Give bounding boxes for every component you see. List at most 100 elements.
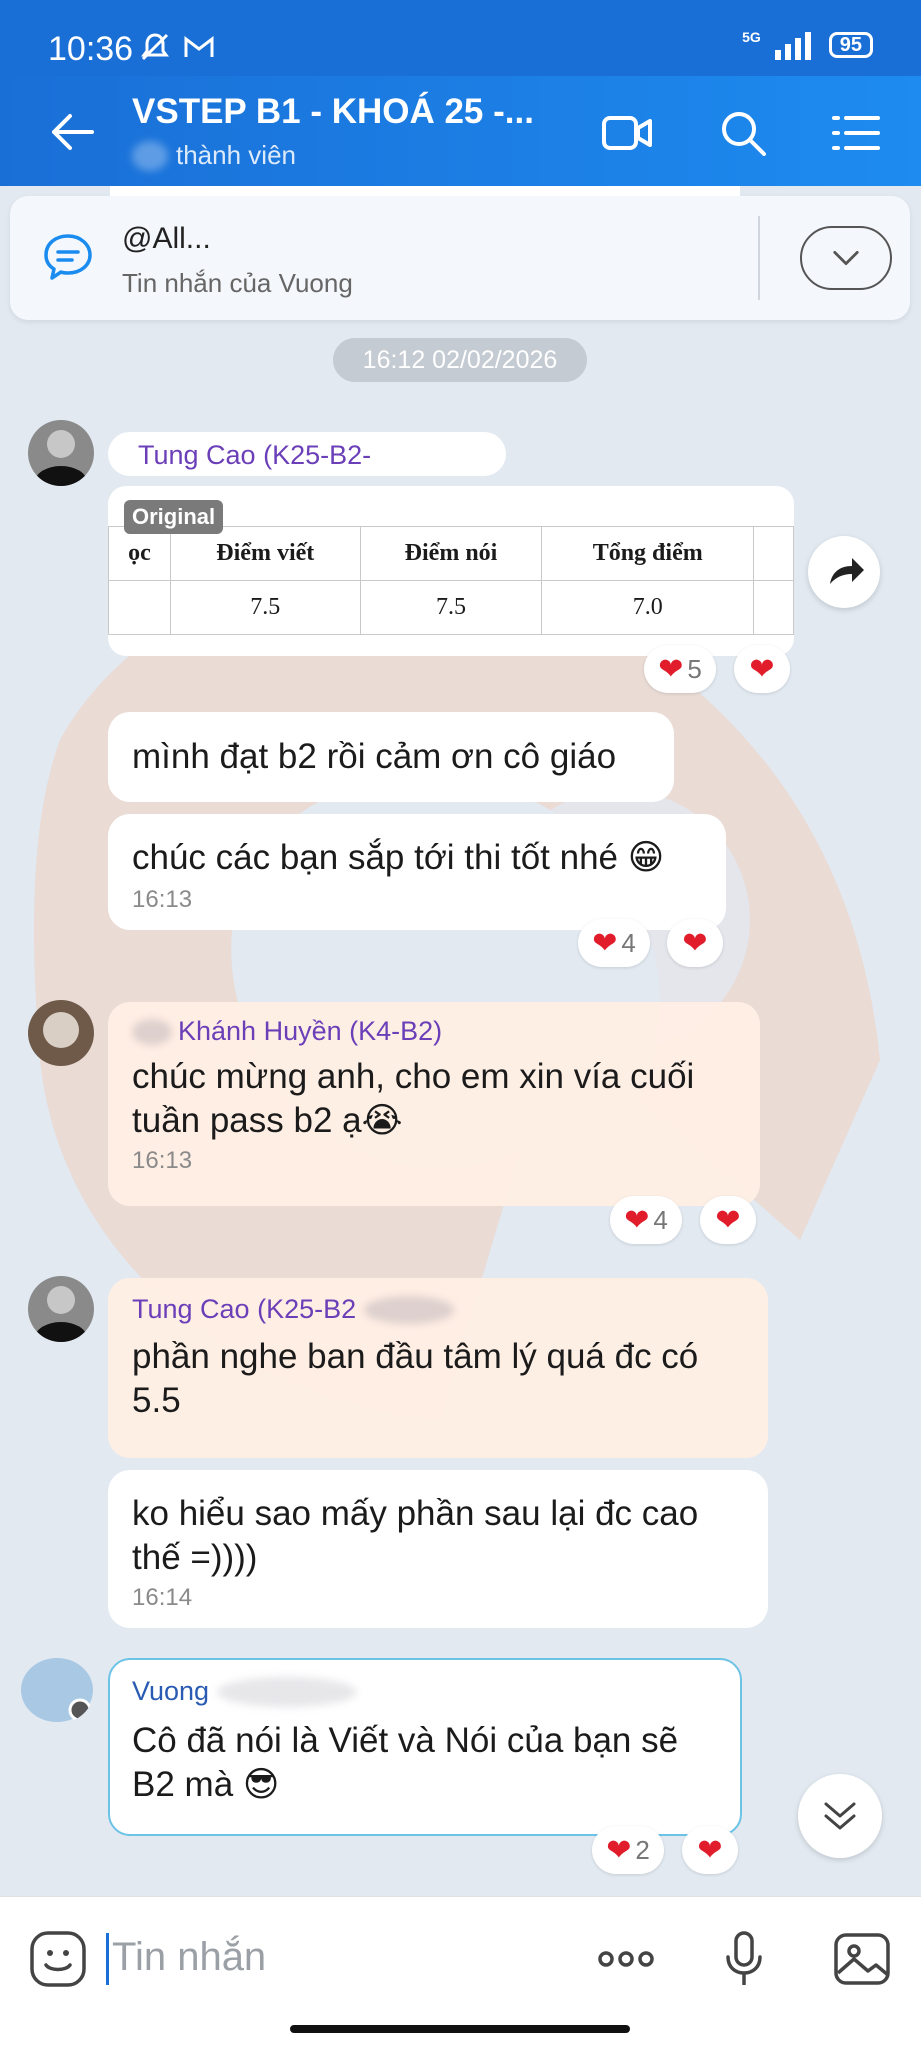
react-button[interactable]: ❤ bbox=[700, 1196, 756, 1244]
reaction-summary[interactable]: ❤ 5 bbox=[644, 645, 716, 693]
previous-bubble-edge bbox=[110, 186, 740, 196]
table-header: Điểm viết bbox=[169, 526, 361, 581]
heart-icon: ❤ bbox=[715, 1203, 741, 1237]
status-time: 10:36 bbox=[48, 30, 134, 68]
video-call-icon[interactable] bbox=[600, 106, 654, 160]
microphone-icon[interactable] bbox=[712, 1927, 776, 1991]
reaction-count: 5 bbox=[687, 653, 702, 684]
table-cell: 7.5 bbox=[359, 580, 543, 635]
message-time: 16:14 bbox=[132, 1584, 193, 1611]
message-bubble[interactable]: Vuong Cô đã nói là Viết và Nói của bạn s… bbox=[108, 1658, 742, 1836]
more-options-icon[interactable] bbox=[594, 1927, 658, 1991]
heart-icon: ❤ bbox=[697, 1833, 723, 1867]
text-caret bbox=[106, 1933, 109, 1985]
back-arrow-icon[interactable] bbox=[48, 112, 96, 152]
battery-indicator: 95 bbox=[828, 32, 873, 58]
message-text: phần nghe ban đầu tâm lý quá đc có 5.5 bbox=[132, 1337, 699, 1420]
reaction-count: 4 bbox=[653, 1204, 668, 1235]
reaction-summary[interactable]: ❤ 4 bbox=[578, 919, 650, 967]
status-bar: 10:36 5G 95 bbox=[0, 0, 921, 76]
expand-chevron-icon[interactable] bbox=[800, 226, 892, 290]
message-bubble[interactable]: ko hiểu sao mấy phần sau lại đc cao thế … bbox=[108, 1470, 768, 1628]
table-header: Tổng điểm bbox=[541, 526, 755, 581]
table-cell: 7.5 bbox=[169, 580, 361, 635]
pinned-chat-icon bbox=[44, 234, 92, 280]
heart-icon: ❤ bbox=[658, 652, 684, 686]
status-icons-right: 5G 95 bbox=[742, 29, 873, 60]
react-button[interactable]: ❤ bbox=[682, 1826, 738, 1874]
image-picker-icon[interactable] bbox=[830, 1927, 894, 1991]
avatar[interactable] bbox=[28, 420, 94, 486]
message-time: 16:13 bbox=[132, 1147, 193, 1174]
message-bubble[interactable]: Tung Cao (K25-B2 phần nghe ban đầu tâm l… bbox=[108, 1278, 768, 1458]
member-count[interactable]: thành viên bbox=[132, 140, 296, 171]
sender-name[interactable]: Khánh Huyền (K4-B2) bbox=[178, 1016, 442, 1047]
table-cell: 7.0 bbox=[541, 580, 755, 635]
message-text: Cô đã nói là Viết và Nói của bạn sẽ B2 m… bbox=[132, 1721, 679, 1804]
pinned-title: @All... bbox=[122, 222, 211, 255]
member-label: thành viên bbox=[176, 140, 296, 170]
scroll-to-bottom-button[interactable] bbox=[798, 1774, 882, 1858]
sender-name[interactable]: Vuong bbox=[132, 1676, 209, 1707]
message-text: ko hiểu sao mấy phần sau lại đc cao thế … bbox=[132, 1494, 699, 1577]
avatar[interactable] bbox=[20, 1656, 94, 1724]
heart-icon: ❤ bbox=[592, 926, 618, 960]
pinned-divider bbox=[758, 216, 760, 300]
message-text: chúc mừng anh, cho em xin vía cuối tuần … bbox=[132, 1057, 695, 1140]
message-text: chúc các bạn sắp tới thi tốt nhé 😁 bbox=[132, 838, 665, 877]
heart-icon: ❤ bbox=[606, 1833, 632, 1867]
avatar[interactable] bbox=[28, 1000, 94, 1066]
table-cell bbox=[753, 580, 794, 635]
search-icon[interactable] bbox=[716, 106, 770, 160]
heart-icon: ❤ bbox=[749, 652, 775, 686]
reaction-summary[interactable]: ❤ 4 bbox=[610, 1196, 682, 1244]
pinned-subtitle: Tin nhắn của Vuong bbox=[122, 268, 353, 298]
pinned-message[interactable]: @All... Tin nhắn của Vuong bbox=[10, 186, 910, 320]
message-input[interactable]: Tin nhắn bbox=[112, 1935, 266, 1980]
signal-icon bbox=[774, 32, 811, 60]
network-type: 5G bbox=[742, 29, 761, 45]
sender-bubble: Tung Cao (K25-B2- bbox=[108, 432, 506, 476]
sticker-icon[interactable] bbox=[26, 1927, 90, 1991]
group-title[interactable]: VSTEP B1 - KHOÁ 25 -... bbox=[132, 92, 534, 132]
reaction-count: 2 bbox=[635, 1834, 650, 1865]
heart-icon: ❤ bbox=[682, 926, 708, 960]
forward-arrow-icon bbox=[830, 558, 864, 584]
message-text: mình đạt b2 rồi cảm ơn cô giáo bbox=[132, 737, 617, 776]
menu-list-icon[interactable] bbox=[830, 106, 884, 160]
chat-header: VSTEP B1 - KHOÁ 25 -... thành viên bbox=[0, 76, 921, 186]
message-bubble[interactable]: mình đạt b2 rồi cảm ơn cô giáo bbox=[108, 712, 674, 802]
blurred-avatar-prefix bbox=[132, 1018, 172, 1045]
message-bubble[interactable]: Khánh Huyền (K4-B2) chúc mừng anh, cho e… bbox=[108, 1002, 760, 1206]
react-button[interactable]: ❤ bbox=[667, 919, 723, 967]
original-badge: Original bbox=[124, 500, 224, 534]
avatar[interactable] bbox=[28, 1276, 94, 1342]
table-cell bbox=[108, 580, 171, 635]
table-header: ọc bbox=[108, 526, 171, 581]
sender-row: Tung Cao (K25-B2 bbox=[132, 1294, 768, 1325]
message-time: 16:13 bbox=[132, 886, 193, 913]
date-separator: 16:12 02/02/2026 bbox=[333, 338, 587, 382]
sender-name[interactable]: Tung Cao (K25-B2- bbox=[138, 440, 371, 470]
sender-row: Khánh Huyền (K4-B2) bbox=[132, 1016, 760, 1047]
blurred-name-suffix bbox=[364, 1295, 455, 1324]
heart-icon: ❤ bbox=[624, 1203, 650, 1237]
message-bubble[interactable]: chúc các bạn sắp tới thi tốt nhé 😁 16:13 bbox=[108, 814, 726, 930]
table-header bbox=[753, 526, 794, 581]
status-icons-left bbox=[138, 30, 216, 64]
double-chevron-down-icon bbox=[824, 1802, 856, 1830]
react-button[interactable]: ❤ bbox=[734, 645, 790, 693]
reaction-summary[interactable]: ❤ 2 bbox=[592, 1826, 664, 1874]
sender-name[interactable]: Tung Cao (K25-B2 bbox=[132, 1294, 356, 1325]
home-indicator bbox=[290, 2025, 630, 2033]
share-button[interactable] bbox=[808, 536, 880, 608]
reaction-count: 4 bbox=[621, 927, 636, 958]
table-header: Điểm nói bbox=[359, 526, 543, 581]
sender-row: Vuong bbox=[132, 1676, 740, 1707]
score-table: ọc Điểm viết Điểm nói Tổng điểm 7.5 7.5 … bbox=[108, 526, 794, 635]
blurred-count bbox=[132, 140, 168, 171]
blurred-name-suffix bbox=[217, 1676, 358, 1707]
image-message[interactable]: Original ọc Điểm viết Điểm nói Tổng điểm… bbox=[108, 486, 794, 656]
mute-icon bbox=[141, 33, 169, 61]
gmail-icon bbox=[184, 35, 214, 57]
